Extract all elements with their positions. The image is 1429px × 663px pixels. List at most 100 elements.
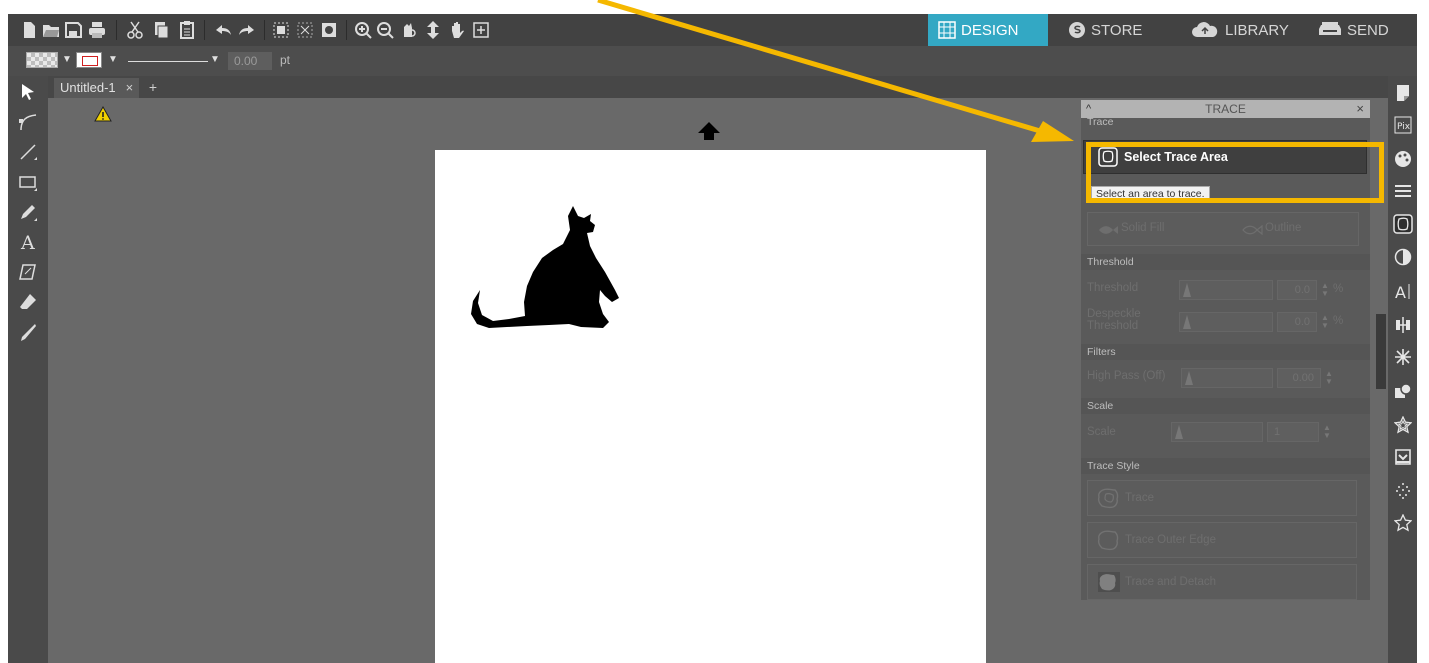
scale-slider[interactable]: [1171, 422, 1263, 442]
rhinestone-star-icon[interactable]: [1394, 514, 1412, 532]
panel-scrollbar[interactable]: [1376, 314, 1386, 389]
pan-hand-icon[interactable]: [448, 21, 466, 39]
edit-points-icon[interactable]: [18, 112, 38, 132]
line-color-swatch[interactable]: [76, 52, 102, 68]
line-tool-icon[interactable]: [18, 142, 38, 162]
fill-color-swatch[interactable]: [26, 52, 58, 68]
despeckle-unit: %: [1333, 315, 1344, 327]
zoom-out-icon[interactable]: [376, 21, 394, 39]
line-style-bar: ▼ ▼ ▼ 0.00 pt: [8, 46, 1417, 76]
drag-page-icon[interactable]: [424, 21, 442, 39]
tab-send[interactable]: SEND: [1308, 14, 1399, 46]
collapse-panel-icon[interactable]: ^: [1086, 100, 1091, 118]
send-cutter-icon: [1319, 22, 1341, 35]
scale-label: Scale: [1087, 426, 1116, 438]
tab-design[interactable]: DESIGN: [928, 14, 1048, 46]
tab-library[interactable]: LIBRARY: [1180, 14, 1299, 46]
outline-fish-icon: [1242, 224, 1263, 236]
despeckle-label: Despeckle Threshold: [1087, 308, 1141, 332]
print-icon[interactable]: [88, 21, 106, 39]
page-scroll-up-icon[interactable]: [697, 121, 721, 141]
align-icon[interactable]: [1394, 316, 1412, 334]
tab-design-label: DESIGN: [961, 21, 1019, 39]
cat-silhouette-image[interactable]: [469, 206, 629, 336]
close-panel-icon[interactable]: ×: [1356, 100, 1364, 118]
high-pass-spinner-icon[interactable]: ▲ ▼: [1325, 370, 1333, 386]
text-tool-icon[interactable]: A: [18, 232, 38, 252]
save-icon[interactable]: [64, 21, 82, 39]
svg-text:Pix: Pix: [1397, 122, 1411, 132]
undo-icon[interactable]: [214, 21, 232, 39]
despeckle-spinner-icon[interactable]: ▲ ▼: [1321, 314, 1329, 330]
page-setup-icon[interactable]: [1394, 84, 1412, 102]
threshold-spinner-icon[interactable]: ▲ ▼: [1321, 282, 1329, 298]
line-color-dropdown-icon[interactable]: ▼: [108, 54, 118, 65]
line-style-select[interactable]: [128, 61, 208, 62]
modify-icon[interactable]: [1394, 382, 1412, 400]
pencil-tool-icon[interactable]: [18, 202, 38, 222]
high-pass-input[interactable]: 0.00: [1277, 368, 1321, 388]
left-toolbar: A: [8, 76, 48, 663]
main-toolbar: DESIGN STORE LIBRARY SEND: [8, 14, 1417, 46]
high-pass-slider[interactable]: [1181, 368, 1273, 388]
eraser-tool-icon[interactable]: [18, 292, 38, 312]
despeckle-slider[interactable]: [1179, 312, 1273, 332]
tab-library-label: LIBRARY: [1225, 21, 1289, 39]
cloud-library-icon: [1192, 22, 1218, 37]
fill-color-icon[interactable]: [1394, 150, 1412, 168]
line-style-dropdown-icon[interactable]: ▼: [210, 54, 220, 65]
new-document-icon[interactable]: [20, 21, 38, 39]
warning-icon[interactable]: [94, 106, 112, 122]
solid-fill-fish-icon: [1099, 226, 1118, 234]
compound-path-icon[interactable]: [320, 21, 338, 39]
fill-dropdown-icon[interactable]: ▼: [62, 54, 72, 65]
knife-tool-icon[interactable]: [18, 322, 38, 342]
open-folder-icon[interactable]: [42, 21, 60, 39]
offset-star-icon[interactable]: [1394, 416, 1412, 434]
sketch-icon[interactable]: [1394, 482, 1412, 500]
ungroup-icon[interactable]: [296, 21, 314, 39]
scale-input[interactable]: 1: [1267, 422, 1319, 442]
zoom-in-icon[interactable]: [354, 21, 372, 39]
high-pass-label: High Pass (Off): [1087, 370, 1166, 382]
scale-spinner-icon[interactable]: ▲ ▼: [1323, 424, 1331, 440]
svg-text:A: A: [1395, 283, 1406, 300]
document-tab-bar: Untitled-1 × +: [48, 76, 1388, 98]
paste-icon[interactable]: [178, 21, 196, 39]
text-style-icon[interactable]: A: [1394, 282, 1412, 300]
trace-panel-icon[interactable]: [1393, 214, 1413, 234]
add-tab-button[interactable]: +: [146, 78, 160, 96]
app-window: DESIGN STORE LIBRARY SEND ▼ ▼ ▼ 0.00 pt …: [8, 14, 1417, 663]
section-trace: Trace: [1081, 118, 1370, 128]
group-icon[interactable]: [272, 21, 290, 39]
trace-style-label: Trace: [1125, 492, 1154, 504]
tab-untitled-1[interactable]: Untitled-1 ×: [54, 78, 140, 98]
replicate-icon[interactable]: [1394, 348, 1412, 366]
library-icon[interactable]: [1394, 448, 1412, 466]
solid-fill-label: Solid Fill: [1121, 222, 1165, 234]
eraser-panel-icon[interactable]: [18, 262, 38, 282]
redo-icon[interactable]: [238, 21, 256, 39]
contrast-icon[interactable]: [1394, 248, 1412, 266]
select-tool-icon[interactable]: [18, 82, 38, 102]
tab-store[interactable]: STORE: [1058, 14, 1152, 46]
rectangle-tool-icon[interactable]: [18, 172, 38, 192]
trace-and-detach-label: Trace and Detach: [1125, 576, 1216, 588]
pixscan-icon[interactable]: Pix: [1394, 116, 1412, 134]
cut-icon[interactable]: [126, 21, 144, 39]
zoom-selection-icon[interactable]: [400, 21, 418, 39]
design-grid-icon: [938, 21, 956, 39]
tab-send-label: SEND: [1347, 21, 1389, 39]
line-style-icon[interactable]: [1394, 182, 1412, 200]
threshold-slider[interactable]: [1179, 280, 1273, 300]
threshold-input[interactable]: 0.0: [1277, 280, 1317, 300]
fit-to-page-icon[interactable]: [472, 21, 490, 39]
despeckle-input[interactable]: 0.0: [1277, 312, 1317, 332]
line-weight-input[interactable]: 0.00: [228, 52, 272, 70]
tab-store-label: STORE: [1091, 21, 1143, 39]
document-tab-title: Untitled-1: [60, 80, 116, 95]
close-tab-icon[interactable]: ×: [126, 80, 134, 95]
section-threshold: Threshold: [1081, 254, 1370, 270]
copy-icon[interactable]: [152, 21, 170, 39]
cutting-mat-page[interactable]: [435, 150, 986, 663]
